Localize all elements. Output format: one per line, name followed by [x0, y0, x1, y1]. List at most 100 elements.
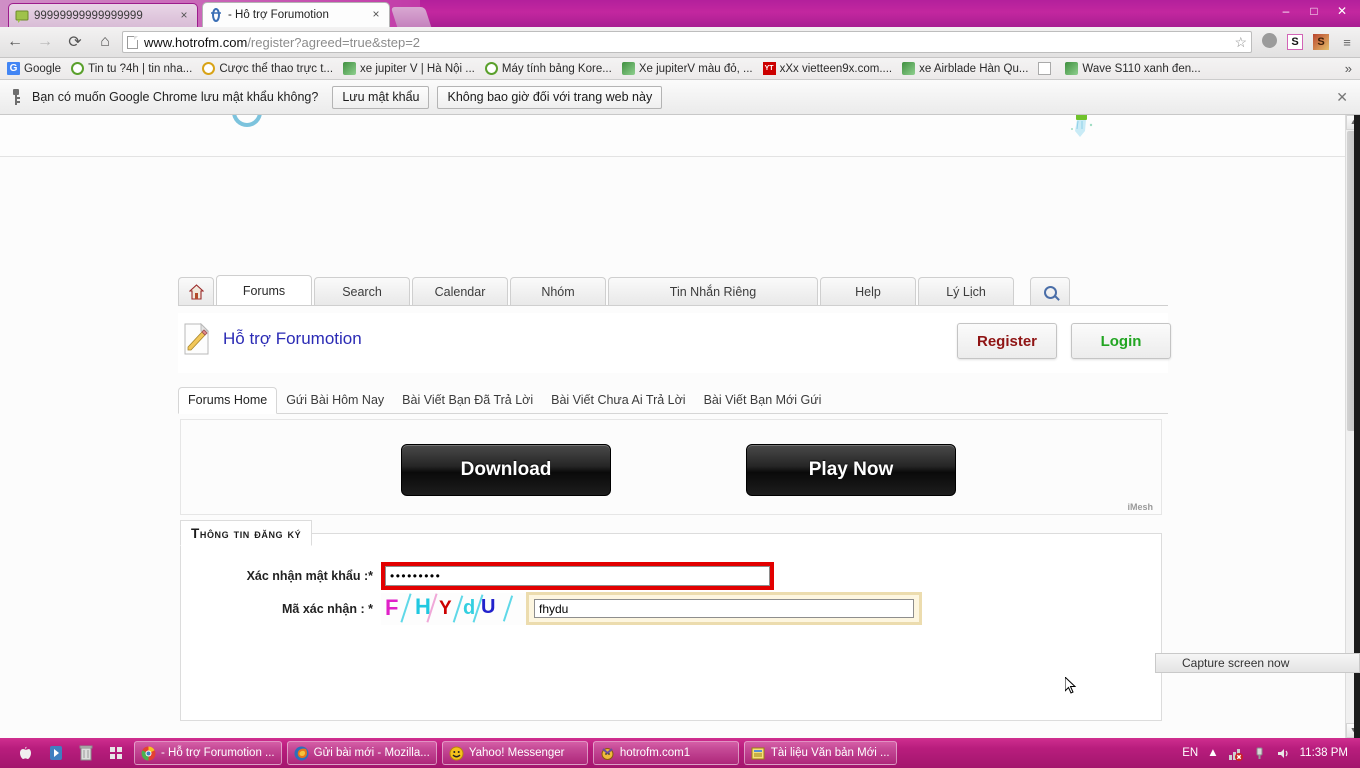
- register-button[interactable]: Register: [957, 323, 1057, 359]
- close-icon[interactable]: ×: [369, 8, 383, 22]
- tray-expand-icon[interactable]: ▲: [1207, 747, 1218, 759]
- forumotion-icon: [209, 8, 223, 22]
- simplenote-circle-icon[interactable]: [1256, 33, 1282, 51]
- tree-icon: [621, 62, 635, 75]
- bookmark-item[interactable]: xe jupiter V | Hà Nội ...: [338, 60, 480, 78]
- site-banner: [0, 115, 1345, 157]
- clock-icon: [484, 62, 498, 75]
- subtab-posts-new[interactable]: Bài Viết Bạn Mới Gứi: [695, 388, 831, 413]
- download-button[interactable]: Download: [401, 444, 611, 496]
- bookmark-item[interactable]: Wave S110 xanh đen...: [1060, 60, 1205, 78]
- mouse-cursor-icon: [1064, 675, 1077, 695]
- taskbar-item-notepad[interactable]: Tài liệu Văn bản Mới ...: [743, 741, 897, 765]
- volume-icon[interactable]: [1276, 746, 1291, 761]
- doc-icon: [1038, 62, 1052, 75]
- close-window-button[interactable]: ✕: [1328, 1, 1356, 20]
- bookmark-label: Cược thể thao trực t...: [219, 62, 334, 75]
- forum-header: Hỗ trợ Forumotion Register Login: [178, 313, 1171, 373]
- address-bar[interactable]: www.hotrofm.com /register?agreed=true&st…: [122, 31, 1252, 53]
- browser-tab-1[interactable]: 99999999999999999 ×: [8, 3, 198, 27]
- nav-tab-forums[interactable]: Forums: [216, 275, 312, 306]
- login-button[interactable]: Login: [1071, 323, 1171, 359]
- clock-icon: [71, 62, 85, 75]
- taskbar-item-label: - Hỗ trợ Forumotion ...: [161, 747, 275, 759]
- taskbar-item-chrome[interactable]: - Hỗ trợ Forumotion ...: [134, 741, 282, 765]
- bookmark-star-icon[interactable]: ☆: [1234, 34, 1247, 51]
- captcha-char: F: [385, 594, 399, 620]
- nav-tab-search-icon[interactable]: [1030, 277, 1070, 306]
- page-viewport: Forums Search Calendar Nhóm Tin Nhắn Riê…: [0, 115, 1360, 738]
- media-player-icon[interactable]: [48, 745, 64, 761]
- chrome-menu-icon[interactable]: ≡: [1334, 35, 1360, 50]
- recycle-bin-icon[interactable]: [78, 745, 94, 761]
- forward-button[interactable]: →: [30, 33, 60, 51]
- minimize-button[interactable]: –: [1272, 1, 1300, 20]
- save-password-button[interactable]: Lưu mật khẩu: [332, 85, 430, 109]
- quick-launch: [4, 745, 134, 761]
- nav-tab-nhom[interactable]: Nhóm: [510, 277, 606, 306]
- close-icon[interactable]: ✕: [1336, 89, 1352, 106]
- nav-tab-search[interactable]: Search: [314, 277, 410, 306]
- subtab-posts-today[interactable]: Gứi Bài Hôm Nay: [277, 388, 393, 413]
- key-icon: [8, 88, 24, 106]
- bookmark-item[interactable]: Máy tính bảng Kore...: [480, 60, 617, 78]
- subtab-forums-home[interactable]: Forums Home: [178, 387, 278, 414]
- s-shield-icon[interactable]: S: [1308, 34, 1334, 50]
- subtab-posts-unanswered[interactable]: Bài Viết Chưa Ai Trả Lời: [542, 388, 694, 413]
- captcha-row: Mã xác nhận : * F H Y d U: [181, 592, 922, 625]
- usb-icon[interactable]: [1252, 746, 1267, 761]
- bookmark-item[interactable]: xe Airblade Hàn Qu...: [897, 60, 1033, 78]
- bookmark-item[interactable]: Xe jupiterV màu đỏ, ...: [617, 60, 758, 78]
- banner-logo-icon: [232, 115, 262, 127]
- tab-strip: 99999999999999999 × - Hỗ trợ Forumotion …: [0, 0, 1360, 27]
- subtab-posts-replied[interactable]: Bài Viết Bạn Đã Trả Lời: [393, 388, 542, 413]
- bookmark-label: Tin tu ?4h | tin nha...: [88, 62, 193, 75]
- taskbar-item-yahoo-messenger[interactable]: Yahoo! Messenger: [441, 741, 588, 765]
- language-indicator[interactable]: EN: [1182, 747, 1198, 759]
- yahoo-pager-icon: [600, 746, 615, 761]
- bookmark-item[interactable]: G Google: [2, 60, 66, 78]
- nav-tab-home[interactable]: [178, 277, 214, 306]
- forum-sub-tabs: Forums Home Gứi Bài Hôm Nay Bài Viết Bạn…: [178, 384, 1168, 414]
- s-box-icon[interactable]: S: [1282, 34, 1308, 50]
- bookmarks-overflow-icon[interactable]: »: [1345, 61, 1358, 76]
- browser-tab-2[interactable]: - Hỗ trợ Forumotion ×: [202, 2, 390, 27]
- nav-tab-help[interactable]: Help: [820, 277, 916, 306]
- bookmark-item[interactable]: [1033, 60, 1060, 78]
- home-button[interactable]: ⌂: [90, 33, 120, 51]
- note-icon: [15, 9, 29, 23]
- chrome-icon: [141, 746, 156, 761]
- close-icon[interactable]: ×: [177, 8, 191, 23]
- bookmark-item[interactable]: Tin tu ?4h | tin nha...: [66, 60, 197, 78]
- maximize-button[interactable]: □: [1300, 1, 1328, 20]
- taskbar-item-label: Tài liệu Văn bản Mới ...: [770, 747, 890, 759]
- captcha-noise-line: [400, 592, 412, 623]
- nav-tab-calendar[interactable]: Calendar: [412, 277, 508, 306]
- tree-icon: [902, 62, 916, 75]
- browser-toolbar: ← → ⟳ ⌂ www.hotrofm.com /register?agreed…: [0, 27, 1360, 58]
- new-tab-button[interactable]: [390, 7, 432, 27]
- bookmark-item[interactable]: YT xXx vietteen9x.com....: [758, 60, 898, 78]
- password-label: Xác nhận mật khẩu :*: [246, 569, 373, 583]
- firefox-icon: [294, 746, 309, 761]
- network-error-icon[interactable]: [1228, 746, 1243, 761]
- taskbar-item-firefox[interactable]: Gửi bài mới - Mozilla...: [286, 741, 437, 765]
- show-desktop-icon[interactable]: [108, 745, 124, 761]
- infobar-message: Bạn có muốn Google Chrome lưu mật khẩu k…: [32, 90, 319, 104]
- main-content: Download Play Now iMesh Thông tin đăng k…: [178, 415, 1168, 725]
- taskbar-item-hotrofm[interactable]: hotrofm.com1: [592, 741, 739, 765]
- taskbar-item-label: hotrofm.com1: [619, 747, 691, 759]
- apple-icon[interactable]: [18, 745, 34, 761]
- nav-tab-private-messages[interactable]: Tin Nhắn Riêng: [608, 277, 818, 306]
- reload-button[interactable]: ⟳: [60, 32, 90, 52]
- captcha-input[interactable]: [534, 599, 914, 618]
- play-now-button[interactable]: Play Now: [746, 444, 956, 496]
- clock[interactable]: 11:38 PM: [1300, 747, 1348, 759]
- back-button[interactable]: ←: [0, 33, 30, 51]
- bookmark-item[interactable]: Cược thể thao trực t...: [197, 60, 338, 78]
- confirm-password-input[interactable]: [385, 566, 770, 586]
- nav-tab-profile[interactable]: Lý Lịch: [918, 277, 1014, 306]
- captcha-label: Mã xác nhận : *: [282, 601, 373, 616]
- yahoo-icon: [449, 746, 464, 761]
- never-save-button[interactable]: Không bao giờ đối với trang web này: [437, 85, 663, 109]
